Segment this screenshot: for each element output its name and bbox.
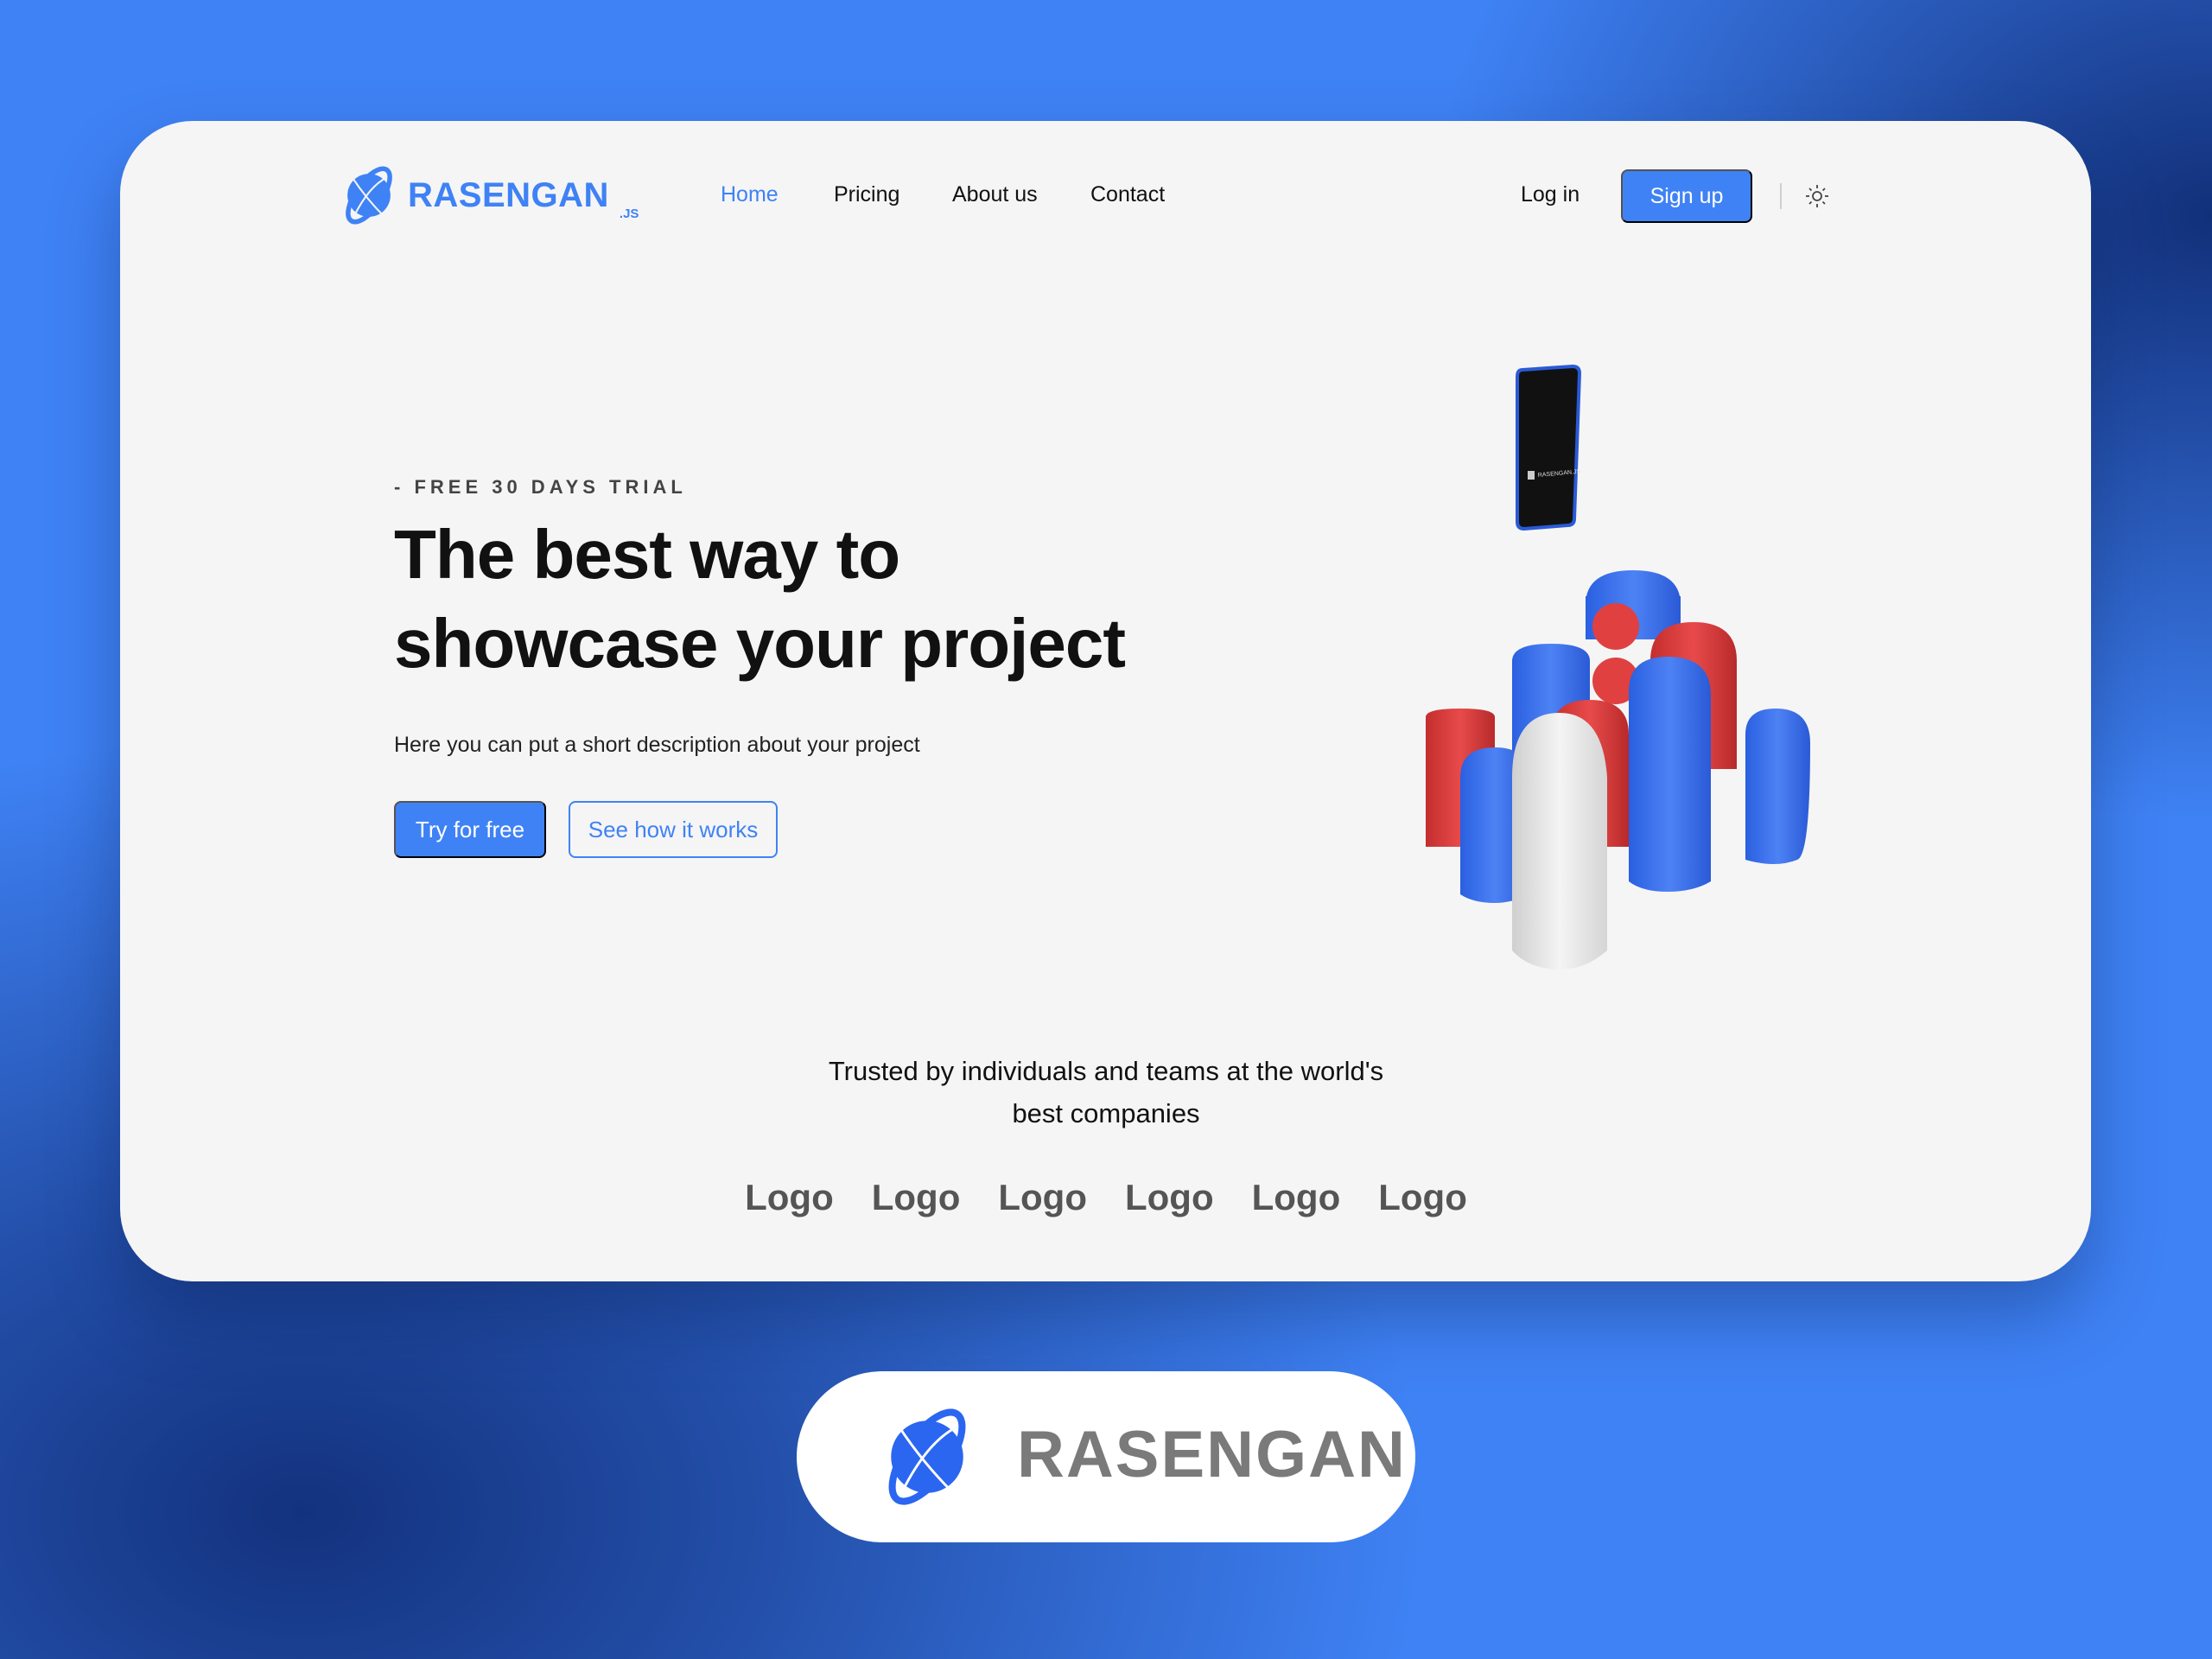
rasengan-logo-icon: [346, 166, 392, 225]
sun-icon[interactable]: [1805, 184, 1829, 208]
nav-divider: [1780, 183, 1782, 209]
rasengan-badge-logo-icon: [888, 1408, 966, 1505]
nav-contact[interactable]: Contact: [1090, 182, 1165, 207]
company-logos: Logo Logo Logo Logo Logo Logo: [745, 1177, 1467, 1218]
company-logo: Logo: [1251, 1177, 1341, 1217]
hero-description: Here you can put a short description abo…: [394, 733, 920, 757]
nav-pricing[interactable]: Pricing: [834, 182, 899, 207]
hero-title-line1: The best way to: [394, 516, 900, 593]
brand-suffix: .JS: [619, 207, 639, 221]
hero-illustration: RASENGAN.JS: [1426, 364, 1810, 969]
brand-logo[interactable]: RASENGAN .JS: [339, 162, 639, 228]
company-logo: Logo: [1378, 1177, 1467, 1217]
login-link[interactable]: Log in: [1521, 182, 1580, 207]
trusted-line2: best companies: [1012, 1098, 1200, 1128]
nav-home[interactable]: Home: [721, 182, 779, 207]
trial-kicker: - FREE 30 DAYS TRIAL: [394, 476, 687, 498]
trusted-by-text: Trusted by individuals and teams at the …: [760, 1050, 1452, 1135]
company-logo: Logo: [745, 1177, 834, 1217]
badge-brand-name: RASENGAN: [1017, 1418, 1407, 1491]
nav-about-us[interactable]: About us: [952, 182, 1038, 207]
hero-title-line2: showcase your project: [394, 605, 1126, 682]
trusted-line1: Trusted by individuals and teams at the …: [828, 1056, 1384, 1086]
company-logo: Logo: [871, 1177, 961, 1217]
company-logo: Logo: [998, 1177, 1087, 1217]
hero-title: The best way to showcase your project: [394, 510, 1126, 688]
brand-name: RASENGAN: [408, 175, 609, 214]
try-for-free-button[interactable]: Try for free: [394, 801, 546, 858]
see-how-it-works-button[interactable]: See how it works: [569, 801, 778, 858]
signup-button[interactable]: Sign up: [1621, 169, 1752, 223]
company-logo: Logo: [1125, 1177, 1214, 1217]
